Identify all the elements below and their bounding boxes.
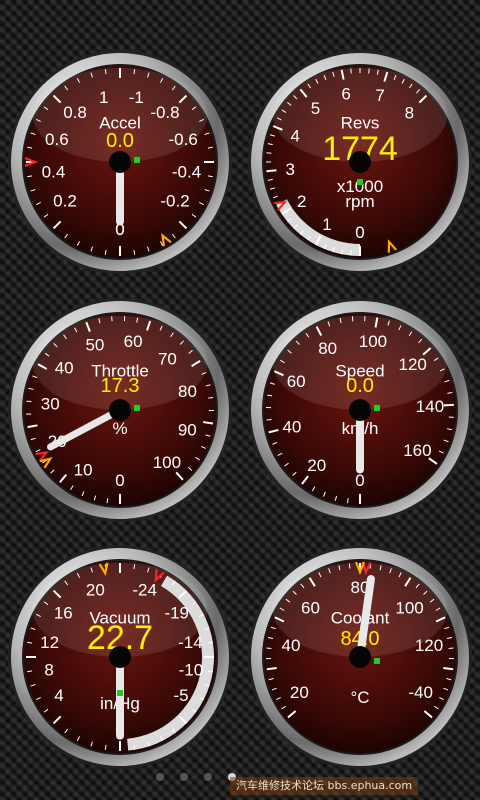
tick-label: 40	[282, 636, 301, 655]
tick-label: -0.4	[172, 162, 201, 181]
gauge-value: 0.0	[346, 375, 374, 397]
tick-label: 80	[178, 382, 197, 401]
watermark-label: 汽车维修技术论坛 bbs.ephua.com	[230, 777, 419, 795]
tick-label: -1	[129, 88, 144, 107]
tick-label: 60	[301, 598, 320, 617]
tick-label: 0.8	[63, 103, 87, 122]
tick-label: 8	[405, 103, 414, 122]
needle-hub	[349, 646, 371, 668]
gauge-label: Coolant	[331, 608, 390, 627]
tick-label: 50	[85, 336, 104, 355]
tick-label: 16	[54, 604, 73, 623]
tick-label: 4	[290, 126, 299, 145]
tick-label: 10	[74, 461, 93, 480]
tick-mark	[202, 421, 214, 425]
tick-label: -40	[408, 683, 433, 702]
status-indicator	[357, 179, 363, 185]
tick-mark	[443, 403, 454, 407]
tick-label: -10	[179, 661, 204, 680]
gauge-vacuum[interactable]: 48121620-24-19-14-10-50Vacuum22.7in/Hg	[6, 543, 234, 771]
tick-label: -0.2	[160, 192, 189, 211]
tick-label: 3	[286, 160, 295, 179]
tick-mark	[348, 563, 351, 569]
tick-label: 20	[86, 580, 105, 599]
gauge-unit: %	[112, 419, 127, 438]
tick-mark	[266, 169, 277, 173]
tick-label: 8	[44, 661, 53, 680]
tick-label: 0.4	[42, 162, 66, 181]
tick-label: 0	[355, 223, 364, 242]
gauge-throttle[interactable]: 0102030405060708090100Throttle17.3%	[6, 296, 234, 524]
tick-label: 80	[318, 339, 337, 358]
needle-hub	[349, 151, 371, 173]
tick-label: 0	[355, 471, 364, 490]
tick-label: 1	[322, 215, 331, 234]
gauge-unit: rpm	[345, 192, 374, 211]
tick-label: -0.8	[150, 103, 179, 122]
status-indicator	[134, 157, 140, 163]
gauge-unit: °C	[350, 688, 369, 707]
tick-mark	[106, 498, 109, 504]
status-indicator	[374, 658, 380, 664]
tick-label: 2	[297, 192, 306, 211]
tick-label: 5	[311, 99, 320, 118]
page-dot-3[interactable]	[204, 773, 212, 781]
tick-label: 100	[395, 598, 423, 617]
tick-mark	[208, 396, 214, 399]
tick-mark	[266, 666, 277, 671]
gauge-dashboard: 0 0.2 0.4 0.6 0.8 1 -1 -0.8 -0.6 -0.4 -0.2 0 Accel 0.…	[0, 0, 480, 800]
needle-hub	[109, 646, 131, 668]
tick-label: 6	[341, 84, 350, 103]
page-dot-2[interactable]	[180, 773, 188, 781]
tick-label: 0	[115, 471, 124, 490]
tick-label: 60	[287, 372, 306, 391]
status-indicator	[134, 405, 140, 411]
tick-label: 100	[153, 453, 181, 472]
tick-label: 60	[124, 332, 143, 351]
gauge-coolant[interactable]: 20406080100120-40Coolant84.0°C	[246, 543, 474, 771]
status-indicator	[117, 690, 123, 696]
tick-label: 40	[282, 418, 301, 437]
gauge-revs[interactable]: 0123456 78Revs1774x1000rpm	[246, 48, 474, 276]
needle-hub	[109, 399, 131, 421]
tick-label: -24	[132, 580, 157, 599]
tick-label: 4	[54, 686, 63, 705]
tick-label: -19	[164, 604, 189, 623]
gauge-value: 0.0	[106, 130, 134, 152]
tick-label: 120	[415, 636, 443, 655]
tick-mark	[347, 498, 349, 504]
tick-label: -14	[178, 633, 203, 652]
gauge-value: 17.3	[101, 375, 140, 397]
tick-label: 160	[403, 441, 431, 460]
tick-label: 0.2	[53, 192, 77, 211]
needle-hub	[349, 399, 371, 421]
tick-label: 7	[375, 86, 384, 105]
tick-label: 140	[416, 397, 444, 416]
tick-label: -0.6	[168, 130, 197, 149]
tick-label: 1	[99, 88, 108, 107]
tick-label: 12	[40, 633, 59, 652]
tick-label: 20	[290, 683, 309, 702]
tick-label: 0.6	[45, 130, 69, 149]
tick-label: 40	[55, 359, 74, 378]
needle-hub	[109, 151, 131, 173]
tick-label: 20	[307, 456, 326, 475]
tick-label: 120	[399, 355, 427, 374]
status-indicator	[374, 405, 380, 411]
tick-label: 90	[178, 421, 197, 440]
gauge-accel[interactable]: 00.20.40.60.81 -1-0.8-0.6-0.4-0.20Accel0.…	[6, 48, 234, 276]
tick-mark	[266, 418, 272, 421]
tick-label: 100	[359, 332, 387, 351]
tick-label: 30	[41, 394, 60, 413]
page-dot-1[interactable]	[156, 773, 164, 781]
tick-label: -5	[173, 686, 188, 705]
tick-mark	[443, 666, 454, 671]
tick-label: 70	[158, 349, 177, 368]
gauge-speed[interactable]: 020406080100120140160Speed0.0km/h	[246, 296, 474, 524]
